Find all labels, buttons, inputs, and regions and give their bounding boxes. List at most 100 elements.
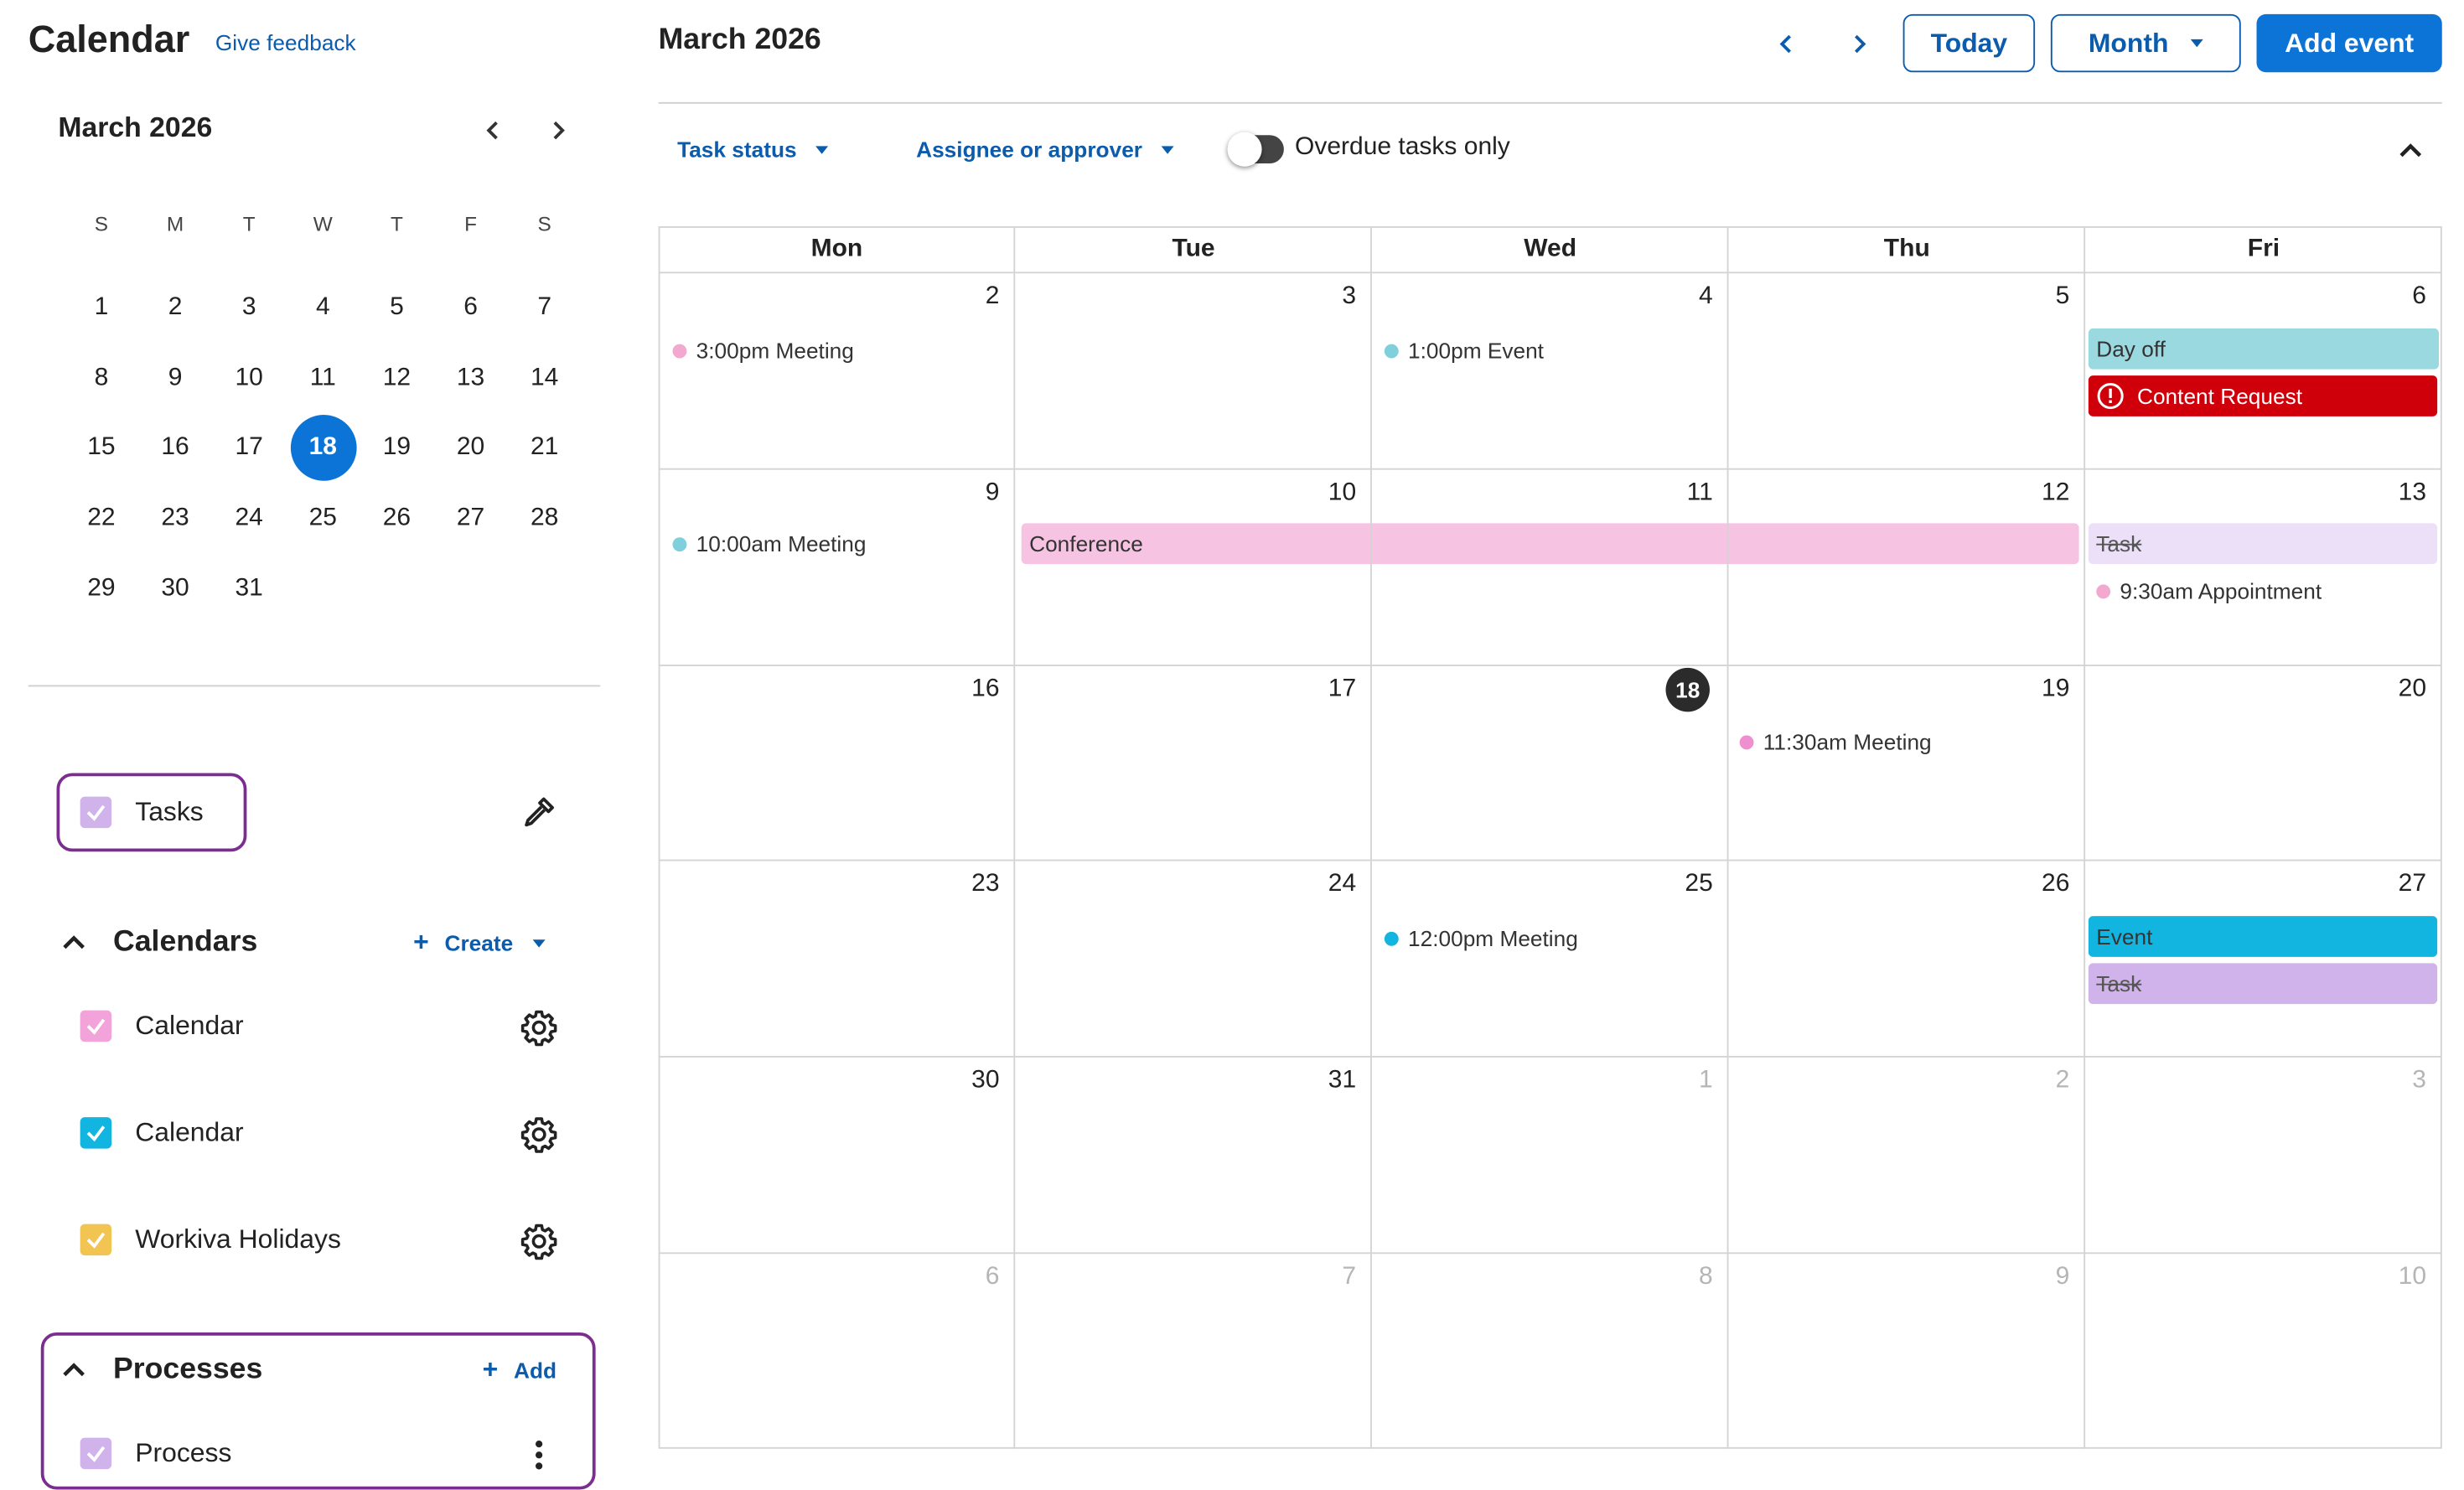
mini-day-number: 28 bbox=[530, 504, 559, 531]
mini-day[interactable]: 30 bbox=[138, 554, 212, 624]
calendar-label: Calendar bbox=[135, 1010, 244, 1041]
mini-day[interactable]: 26 bbox=[360, 484, 433, 554]
event-event[interactable]: 1:00pm Event bbox=[1384, 334, 1544, 366]
day-number: 11 bbox=[1686, 479, 1713, 506]
tasks-label: Tasks bbox=[135, 796, 204, 827]
mini-day[interactable]: 20 bbox=[434, 413, 508, 484]
mini-day[interactable]: 23 bbox=[138, 484, 212, 554]
calendar-settings-button[interactable] bbox=[517, 1219, 562, 1264]
day-number: 7 bbox=[1342, 1263, 1357, 1291]
day-number: 31 bbox=[1328, 1067, 1357, 1094]
add-label: Add bbox=[514, 1358, 557, 1383]
mini-day[interactable]: 11 bbox=[286, 344, 360, 414]
mini-day-number: 10 bbox=[235, 364, 263, 391]
assignee-filter[interactable]: Assignee or approver bbox=[916, 132, 1174, 167]
mini-day-number: 31 bbox=[235, 574, 263, 602]
task-completed[interactable]: Task bbox=[2088, 523, 2438, 565]
day-number: 20 bbox=[2398, 675, 2426, 702]
mini-day[interactable]: 18 bbox=[286, 413, 360, 484]
mini-day[interactable]: 22 bbox=[65, 484, 138, 554]
process-checkbox[interactable] bbox=[80, 1437, 112, 1470]
mini-day[interactable]: 1 bbox=[65, 273, 138, 344]
event-meeting[interactable]: 12:00pm Meeting bbox=[1384, 923, 1578, 955]
calendar-settings-button[interactable] bbox=[517, 1006, 562, 1050]
caret-down-icon bbox=[815, 145, 829, 153]
event-meeting[interactable]: 10:00am Meeting bbox=[672, 528, 866, 560]
calendar-label: Workiva Holidays bbox=[135, 1224, 341, 1255]
mini-day[interactable]: 28 bbox=[508, 484, 582, 554]
mini-day[interactable]: 19 bbox=[360, 413, 433, 484]
mini-day[interactable]: 29 bbox=[65, 554, 138, 624]
collapse-filters-button[interactable] bbox=[2389, 129, 2433, 173]
prev-month-button[interactable] bbox=[1767, 23, 1808, 65]
mini-day[interactable]: 27 bbox=[434, 484, 508, 554]
mini-day[interactable]: 14 bbox=[508, 344, 582, 414]
add-event-label: Add event bbox=[2285, 27, 2415, 58]
mini-day[interactable]: 25 bbox=[286, 484, 360, 554]
calendar-checkbox[interactable] bbox=[80, 1010, 112, 1042]
today-button[interactable]: Today bbox=[1902, 13, 2036, 73]
add-process-button[interactable]: + Add bbox=[483, 1354, 556, 1386]
calendar-app: Calendar Give feedback March 2026 S M T W T F… bbox=[0, 0, 2464, 1490]
day-number: 26 bbox=[2042, 871, 2070, 898]
tasks-color-picker-button[interactable] bbox=[517, 790, 562, 835]
processes-collapse-button[interactable] bbox=[52, 1348, 96, 1393]
mini-day[interactable]: 9 bbox=[138, 344, 212, 414]
view-select-button[interactable]: Month bbox=[2050, 13, 2241, 73]
calendar-checkbox[interactable] bbox=[80, 1117, 112, 1149]
give-feedback-link[interactable]: Give feedback bbox=[215, 30, 356, 55]
mini-day[interactable]: 5 bbox=[360, 273, 433, 344]
chevron-left-icon bbox=[486, 121, 498, 140]
mini-next-month-button[interactable] bbox=[539, 111, 577, 149]
event-dot bbox=[2096, 583, 2111, 598]
caret-down-icon bbox=[2190, 39, 2203, 48]
task-completed[interactable]: Task bbox=[2088, 963, 2438, 1005]
add-event-button[interactable]: Add event bbox=[2256, 13, 2442, 73]
mini-day[interactable]: 13 bbox=[434, 344, 508, 414]
mini-day[interactable]: 21 bbox=[508, 413, 582, 484]
event-label: Conference bbox=[1029, 530, 1143, 556]
caret-down-icon bbox=[531, 939, 545, 947]
day-number: 27 bbox=[2398, 871, 2426, 898]
mini-day[interactable]: 15 bbox=[65, 413, 138, 484]
next-month-button[interactable] bbox=[1839, 23, 1880, 65]
grid-row-line bbox=[658, 664, 2442, 666]
calendar-label: Calendar bbox=[135, 1117, 244, 1147]
event-label: Event bbox=[2096, 923, 2153, 949]
mini-day[interactable]: 10 bbox=[212, 344, 286, 414]
overdue-toggle[interactable] bbox=[1227, 132, 1284, 167]
event-day-off[interactable]: Day off bbox=[2088, 328, 2439, 370]
mini-day[interactable]: 17 bbox=[212, 413, 286, 484]
mini-day[interactable]: 2 bbox=[138, 273, 212, 344]
event-appointment[interactable]: 9:30am Appointment bbox=[2096, 575, 2322, 607]
calendar-checkbox[interactable] bbox=[80, 1224, 112, 1256]
mini-day-number: 29 bbox=[87, 574, 116, 602]
mini-day[interactable]: 24 bbox=[212, 484, 286, 554]
alert-circle-icon bbox=[2097, 382, 2124, 410]
process-more-button[interactable] bbox=[517, 1433, 562, 1477]
mini-day[interactable]: 4 bbox=[286, 273, 360, 344]
mini-prev-month-button[interactable] bbox=[474, 111, 512, 149]
event-conference[interactable]: Conference bbox=[1021, 523, 2079, 565]
event-content-request[interactable]: Content Request bbox=[2088, 375, 2438, 416]
mini-day[interactable]: 8 bbox=[65, 344, 138, 414]
mini-day[interactable]: 12 bbox=[360, 344, 433, 414]
task-status-filter[interactable]: Task status bbox=[677, 132, 829, 167]
mini-day-number: 6 bbox=[463, 294, 478, 322]
mini-day[interactable]: 7 bbox=[508, 273, 582, 344]
mini-day[interactable]: 3 bbox=[212, 273, 286, 344]
calendars-collapse-button[interactable] bbox=[52, 921, 96, 965]
event-meeting[interactable]: 3:00pm Meeting bbox=[672, 334, 854, 366]
mini-day[interactable]: 16 bbox=[138, 413, 212, 484]
mini-day[interactable]: 6 bbox=[434, 273, 508, 344]
today-badge[interactable]: 18 bbox=[1665, 667, 1710, 711]
event-event[interactable]: Event bbox=[2088, 916, 2438, 957]
create-calendar-button[interactable]: + Create bbox=[413, 927, 545, 959]
tasks-checkbox[interactable] bbox=[80, 796, 112, 829]
mini-day[interactable]: 31 bbox=[212, 554, 286, 624]
day-number: 6 bbox=[2412, 282, 2426, 310]
gear-icon bbox=[520, 1224, 557, 1260]
calendar-settings-button[interactable] bbox=[517, 1113, 562, 1157]
event-meeting[interactable]: 11:30am Meeting bbox=[1739, 726, 1932, 758]
overdue-toggle-label: Overdue tasks only bbox=[1295, 133, 1510, 161]
